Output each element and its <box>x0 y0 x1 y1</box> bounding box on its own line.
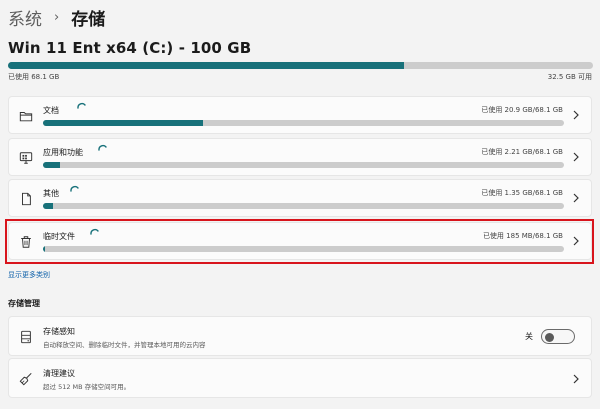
broom-icon <box>19 372 32 386</box>
loading-spinner-icon <box>98 144 107 151</box>
chevron-right-icon <box>573 110 579 120</box>
category-documents[interactable]: 文档 已使用 20.9 GB/68.1 GB <box>8 96 592 134</box>
folder-icon <box>19 112 33 122</box>
storage-sense-toggle[interactable] <box>541 329 575 344</box>
category-label: 文档 <box>43 106 59 115</box>
drive-title: Win 11 Ent x64 (C:) - 100 GB <box>8 39 252 57</box>
storage-drive-icon <box>21 330 31 344</box>
loading-spinner-icon <box>77 102 86 109</box>
cleanup-recommendations-title: 清理建议 <box>43 369 75 378</box>
chevron-right-icon <box>573 152 579 162</box>
document-icon <box>22 192 31 206</box>
breadcrumb: 系统 › 存储 <box>8 4 105 30</box>
storage-sense-description: 自动释放空间、删除临时文件，并管理本地可用的云内容 <box>43 341 206 349</box>
loading-spinner-icon <box>70 185 79 192</box>
category-label: 应用和功能 <box>43 148 83 157</box>
category-usage-bar <box>43 120 564 126</box>
category-usage-fill <box>43 120 203 126</box>
category-usage-text: 已使用 1.35 GB/68.1 GB <box>481 189 563 197</box>
chevron-right-icon <box>573 193 579 203</box>
drive-usage-fill <box>8 62 405 69</box>
category-usage-bar <box>43 162 564 168</box>
category-usage-bar <box>43 203 564 209</box>
category-label: 其他 <box>43 189 59 198</box>
section-heading-storage-management: 存储管理 <box>8 299 40 308</box>
breadcrumb-separator-icon: › <box>54 9 60 25</box>
apps-monitor-icon <box>19 152 33 164</box>
cleanup-recommendations-description: 超过 512 MB 存储空间可用。 <box>43 383 131 391</box>
page-title: 存储 <box>71 9 106 30</box>
category-usage-fill <box>43 203 54 209</box>
storage-sense-title: 存储感知 <box>43 327 75 336</box>
drive-usage-bar <box>8 62 593 69</box>
category-other[interactable]: 其他 已使用 1.35 GB/68.1 GB <box>8 179 592 217</box>
cleanup-recommendations-card[interactable]: 清理建议 超过 512 MB 存储空间可用。 <box>8 358 592 398</box>
category-usage-text: 已使用 20.9 GB/68.1 GB <box>481 106 563 114</box>
show-more-categories-link[interactable]: 显示更多类别 <box>8 270 50 280</box>
drive-used-label: 已使用 68.1 GB <box>8 73 60 81</box>
category-apps[interactable]: 应用和功能 已使用 2.21 GB/68.1 GB <box>8 138 592 176</box>
chevron-right-icon <box>573 374 579 384</box>
breadcrumb-system-link[interactable]: 系统 <box>8 5 42 30</box>
drive-free-label: 32.5 GB 可用 <box>547 73 592 81</box>
storage-sense-card[interactable]: 存储感知 自动释放空间、删除临时文件，并管理本地可用的云内容 关 <box>8 316 592 356</box>
category-usage-fill <box>43 162 60 168</box>
toggle-knob <box>545 332 554 342</box>
category-usage-text: 已使用 2.21 GB/68.1 GB <box>481 148 563 156</box>
storage-sense-toggle-label: 关 <box>525 332 533 341</box>
highlight-box <box>5 219 594 264</box>
